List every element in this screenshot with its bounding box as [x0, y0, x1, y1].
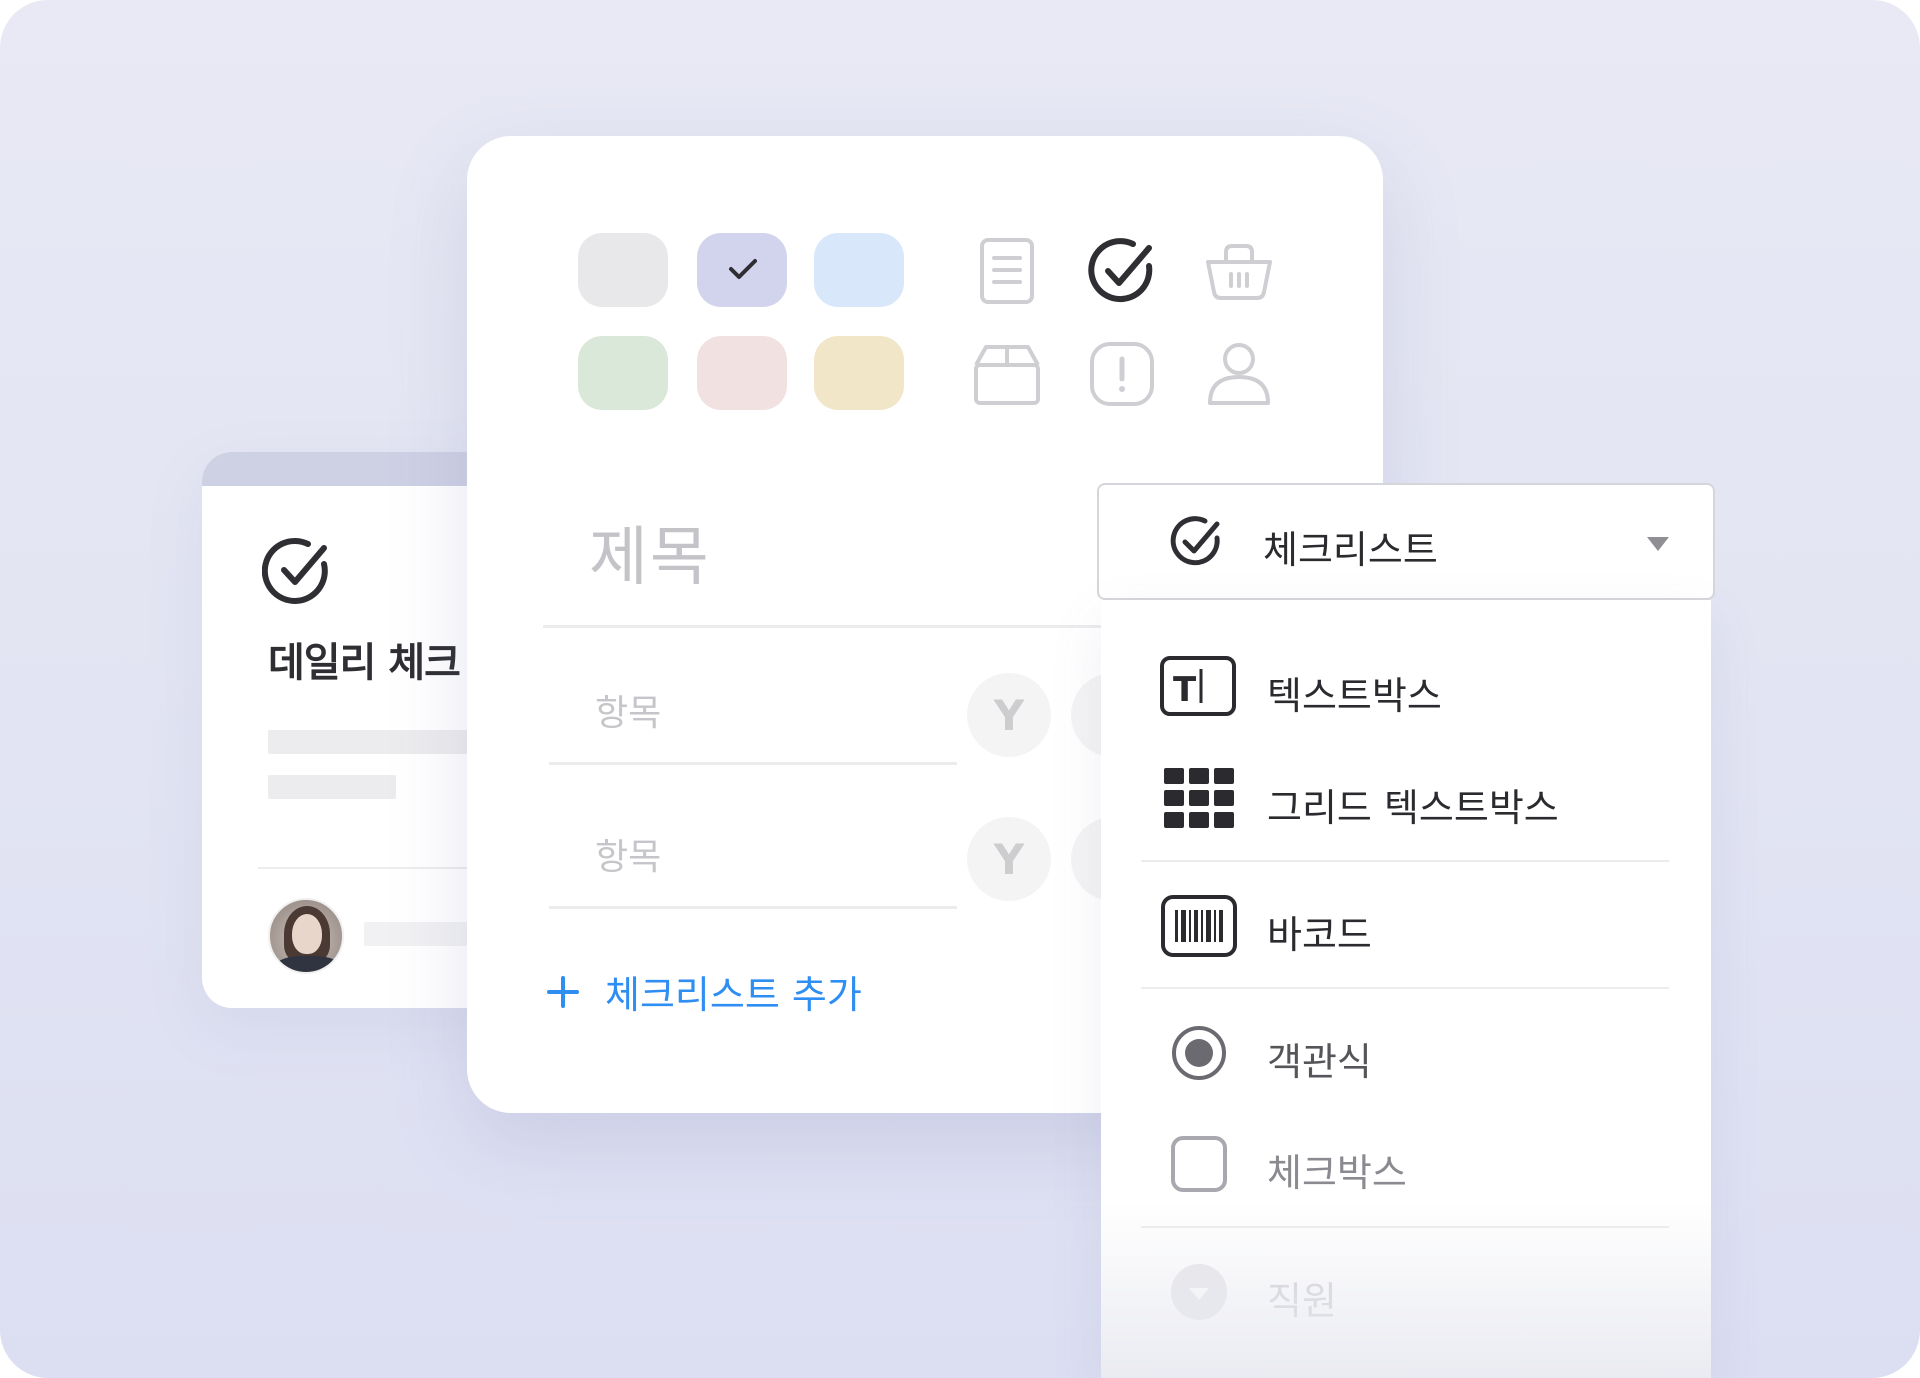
- menu-divider: [1141, 860, 1669, 862]
- checklist-icon: [262, 537, 328, 604]
- menu-divider: [1141, 1226, 1669, 1228]
- menu-item-employee[interactable]: 직원: [1101, 1240, 1711, 1340]
- box-icon[interactable]: [972, 339, 1042, 409]
- color-swatch-green[interactable]: [578, 336, 668, 410]
- item-input-2[interactable]: 항목: [595, 828, 661, 880]
- grid-icon: [1164, 768, 1234, 828]
- item-type-menu: T 텍스트박스 그리드 텍스트박스 바코드 객관식 체크박스 직원: [1101, 600, 1711, 1378]
- radio-icon: [1172, 1026, 1226, 1080]
- barcode-icon: [1161, 895, 1237, 957]
- menu-divider: [1141, 987, 1669, 989]
- item-underline: [549, 906, 957, 909]
- alert-icon[interactable]: [1087, 339, 1157, 409]
- color-swatch-lavender[interactable]: [697, 233, 787, 307]
- add-checklist-button[interactable]: 체크리스트 추가: [547, 964, 862, 1019]
- menu-item-textbox[interactable]: T 텍스트박스: [1101, 635, 1711, 735]
- add-checklist-label: 체크리스트 추가: [605, 973, 862, 1017]
- checklist-icon: [1170, 516, 1220, 566]
- item-input-1[interactable]: 항목: [595, 684, 661, 736]
- item-underline: [549, 762, 957, 765]
- menu-item-barcode[interactable]: 바코드: [1101, 874, 1711, 974]
- color-swatch-gray[interactable]: [578, 233, 668, 307]
- plus-icon: [547, 975, 579, 1008]
- title-input[interactable]: 제목: [589, 506, 711, 598]
- menu-item-label: 그리드 텍스트박스: [1267, 786, 1559, 830]
- menu-item-label: 텍스트박스: [1267, 674, 1442, 718]
- selected-check-icon: [729, 259, 757, 279]
- color-swatch-blue[interactable]: [814, 233, 904, 307]
- card-divider: [258, 867, 502, 869]
- menu-item-label: 체크박스: [1267, 1151, 1407, 1195]
- svg-text:T: T: [1173, 670, 1197, 710]
- checklist-icon[interactable]: [1087, 236, 1157, 306]
- menu-item-multiple-choice[interactable]: 객관식: [1101, 1001, 1711, 1101]
- menu-item-label: 바코드: [1267, 913, 1372, 957]
- selected-type-label: 체크리스트: [1263, 528, 1438, 572]
- background-canvas: 데일리 체크 제목 항목 Y 항목 Y 체크리스트 추가 체크리스트 T 텍스트…: [0, 0, 1920, 1378]
- avatar: [268, 898, 344, 974]
- menu-item-grid-textbox[interactable]: 그리드 텍스트박스: [1101, 747, 1711, 847]
- person-icon[interactable]: [1204, 339, 1274, 409]
- item-type-select[interactable]: 체크리스트: [1097, 483, 1715, 600]
- menu-item-label: 객관식: [1267, 1040, 1372, 1084]
- chevron-down-icon: [1647, 537, 1669, 551]
- placeholder-bar: [268, 775, 396, 799]
- card-title: 데일리 체크: [268, 640, 461, 686]
- textbox-icon: T: [1160, 656, 1236, 716]
- color-swatch-yellow[interactable]: [814, 336, 904, 410]
- yes-button[interactable]: Y: [967, 673, 1051, 757]
- checkbox-icon: [1171, 1136, 1227, 1192]
- menu-item-checkbox[interactable]: 체크박스: [1101, 1112, 1711, 1212]
- daily-check-card[interactable]: 데일리 체크: [202, 452, 502, 1008]
- color-swatch-pink[interactable]: [697, 336, 787, 410]
- document-icon[interactable]: [972, 236, 1042, 306]
- card-header-bar: [202, 452, 502, 486]
- menu-item-label: 직원: [1267, 1279, 1337, 1323]
- basket-icon[interactable]: [1204, 236, 1274, 306]
- employee-dropdown-icon: [1171, 1264, 1227, 1320]
- yes-button[interactable]: Y: [967, 817, 1051, 901]
